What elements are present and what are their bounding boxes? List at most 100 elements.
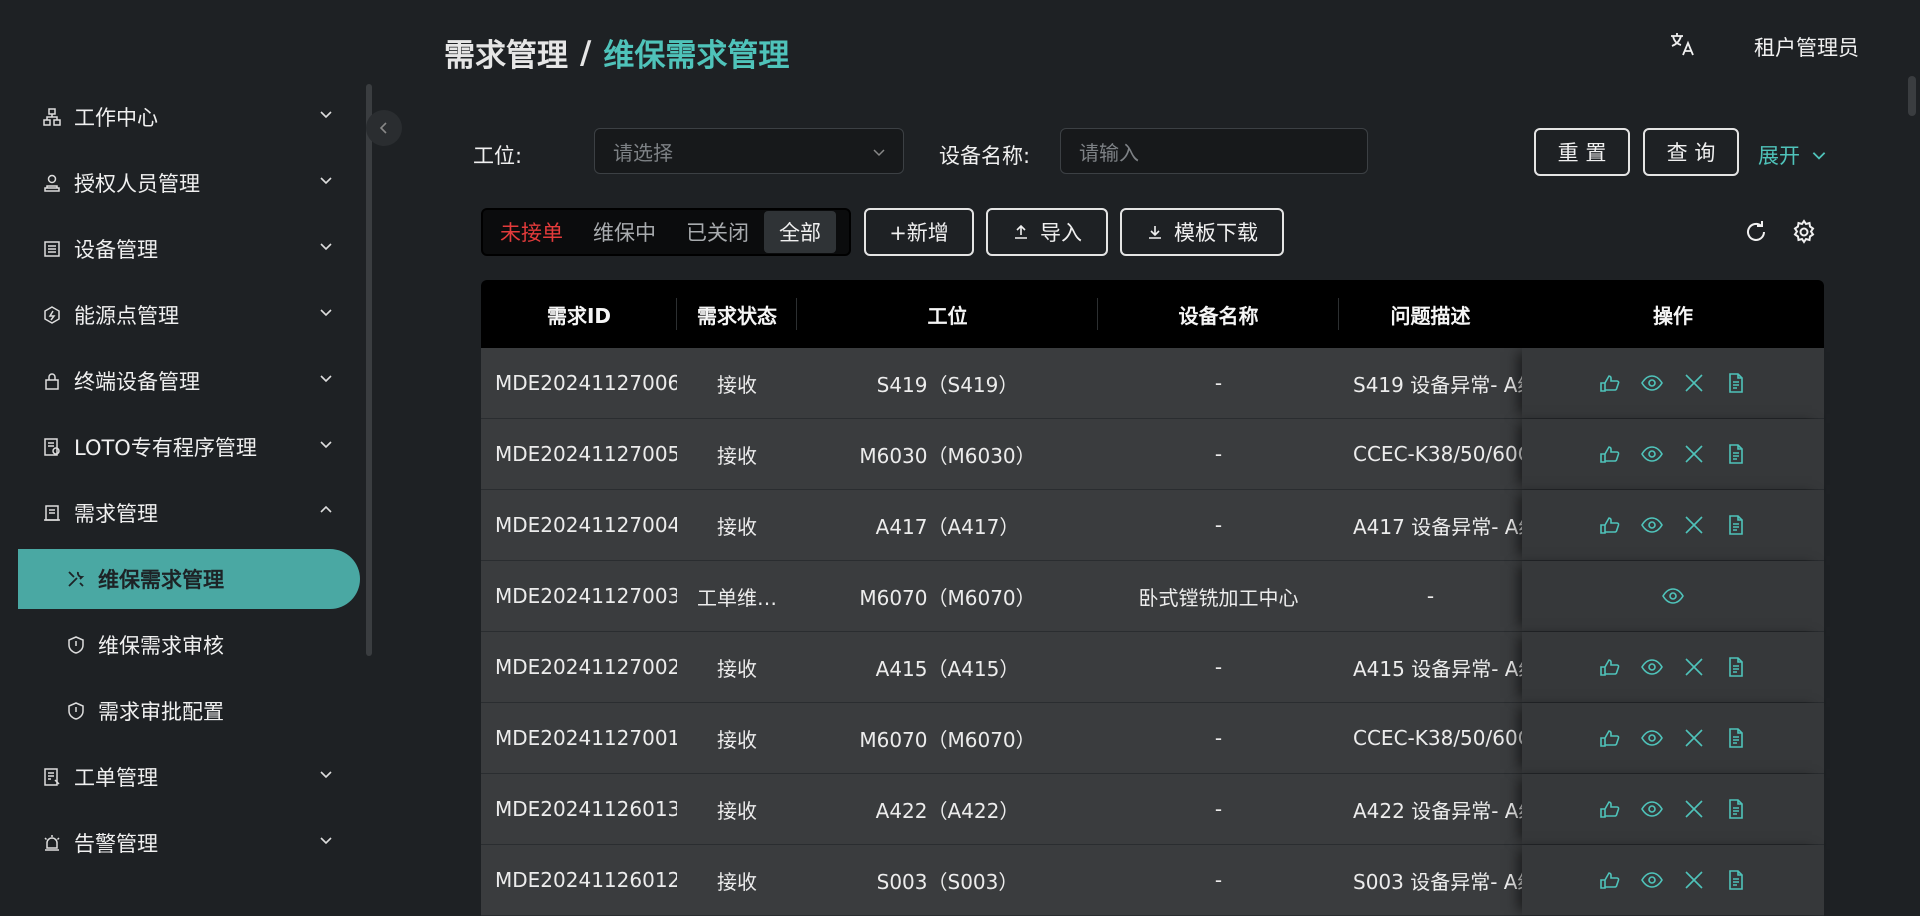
column-header-label: 问题描述 <box>1390 303 1471 328</box>
close-x-icon[interactable] <box>1682 442 1706 466</box>
refresh-icon[interactable] <box>1742 218 1770 246</box>
cell-station: A415（A415） <box>875 656 1020 681</box>
table-row[interactable]: MDE20241127002 接收 A415（A415） - A415 设备异常- A级 <box>481 632 1824 703</box>
cell-description: CCEC-K38/50/60GT <box>1353 726 1522 750</box>
accept-hand-icon[interactable] <box>1598 655 1622 679</box>
settings-icon[interactable] <box>1790 218 1818 246</box>
table-row[interactable]: MDE20241127004 接收 A417（A417） - A417 设备异常- A级 <box>481 490 1824 561</box>
add-button[interactable]: +新增 <box>864 208 974 256</box>
view-eye-icon[interactable] <box>1640 868 1664 892</box>
template-download-label: 模板下载 <box>1174 221 1258 245</box>
accept-hand-icon[interactable] <box>1598 868 1622 892</box>
import-button[interactable]: 导入 <box>986 208 1108 256</box>
cell-description: A422 设备异常- A级 <box>1353 798 1522 823</box>
cell-description: S419 设备异常- A级 <box>1353 372 1522 397</box>
cell-station: S419（S419） <box>876 372 1019 397</box>
sidebar-item-terminal-devices[interactable]: 终端设备管理 <box>0 348 370 414</box>
sidebar-item-authorized-personnel[interactable]: 授权人员管理 <box>0 150 370 216</box>
table-row[interactable]: MDE20241126013 接收 A422（A422） - A422 设备异常- A级 <box>481 774 1824 845</box>
cell-request-id: MDE20241127006 <box>495 371 677 395</box>
close-x-icon[interactable] <box>1682 726 1706 750</box>
cell-operations <box>1522 703 1824 773</box>
document-icon[interactable] <box>1724 726 1748 750</box>
cell-request-id: MDE20241127003 <box>495 584 677 608</box>
view-eye-icon[interactable] <box>1640 371 1664 395</box>
table-row[interactable]: MDE20241126012 接收 S003（S003） - S003 设备异常- A级 <box>481 845 1824 916</box>
document-icon[interactable] <box>1724 868 1748 892</box>
work-order-icon <box>42 767 62 787</box>
cell-status: 工单维… <box>697 585 777 610</box>
table-row[interactable]: MDE20241127001 接收 M6070（M6070） - CCEC-K38/50… <box>481 703 1824 774</box>
document-icon[interactable] <box>1724 371 1748 395</box>
close-x-icon[interactable] <box>1682 797 1706 821</box>
breadcrumb-parent[interactable]: 需求管理 <box>444 30 568 75</box>
accept-hand-icon[interactable] <box>1598 513 1622 537</box>
translate-icon[interactable] <box>1668 30 1696 58</box>
reset-button[interactable]: 重 置 <box>1534 128 1630 176</box>
user-name[interactable]: 租户管理员 <box>1754 32 1859 62</box>
chevron-down-icon <box>320 111 332 119</box>
device-name-input[interactable]: 请输入 <box>1060 128 1368 174</box>
tab-in-maintenance[interactable]: 维保中 <box>578 211 671 253</box>
accept-hand-icon[interactable] <box>1598 371 1622 395</box>
view-eye-icon[interactable] <box>1640 513 1664 537</box>
accept-hand-icon[interactable] <box>1598 797 1622 821</box>
sidebar-item-work-center[interactable]: 工作中心 <box>0 84 370 150</box>
sidebar-subitem-maintenance-requirements[interactable]: 维保需求管理 <box>18 549 360 609</box>
sidebar-item-work-orders[interactable]: 工单管理 <box>0 744 370 810</box>
accept-hand-icon[interactable] <box>1598 442 1622 466</box>
view-eye-icon[interactable] <box>1640 655 1664 679</box>
chevron-down-icon <box>320 375 332 383</box>
sidebar-collapse-button[interactable] <box>366 110 402 146</box>
view-eye-icon[interactable] <box>1640 726 1664 750</box>
sidebar-item-device-management[interactable]: 设备管理 <box>0 216 370 282</box>
expand-filters-button[interactable]: 展开 <box>1758 140 1828 170</box>
chevron-up-icon <box>320 505 332 513</box>
tab-all[interactable]: 全部 <box>764 211 836 253</box>
cell-request-id: MDE20241127002 <box>495 655 677 679</box>
column-header-label: 需求状态 <box>697 303 777 328</box>
view-eye-icon[interactable] <box>1640 797 1664 821</box>
table-row[interactable]: MDE20241127005 接收 M6030（M6030） - CCEC-K38/50… <box>481 419 1824 490</box>
query-button[interactable]: 查 询 <box>1643 128 1739 176</box>
device-name-label: 设备名称: <box>939 144 1031 168</box>
close-x-icon[interactable] <box>1682 513 1706 537</box>
cell-description: S003 设备异常- A级 <box>1353 869 1522 894</box>
page-scrollbar[interactable] <box>1908 76 1916 116</box>
close-x-icon[interactable] <box>1682 655 1706 679</box>
chevron-down-icon <box>320 309 332 317</box>
breadcrumb-current: 维保需求管理 <box>603 38 790 74</box>
tab-unaccepted[interactable]: 未接单 <box>485 211 578 253</box>
view-eye-icon[interactable] <box>1640 442 1664 466</box>
sidebar-item-energy-points[interactable]: 能源点管理 <box>0 282 370 348</box>
sidebar-scrollbar[interactable] <box>366 84 372 656</box>
close-x-icon[interactable] <box>1682 371 1706 395</box>
cell-status: 接收 <box>717 656 757 681</box>
sidebar-item-alarms[interactable]: 告警管理 <box>0 810 370 876</box>
cell-status: 接收 <box>717 869 757 894</box>
chevron-down-icon <box>320 177 332 185</box>
document-icon[interactable] <box>1724 655 1748 679</box>
column-header-label: 工位 <box>927 303 968 328</box>
table-header: 需求ID 需求状态 工位 设备名称 问题描述 操作 <box>481 280 1824 348</box>
column-header: 需求ID <box>481 280 677 348</box>
station-select[interactable]: 请选择 <box>594 128 904 174</box>
sidebar-item-label: 授权人员管理 <box>74 172 200 196</box>
document-icon[interactable] <box>1724 797 1748 821</box>
chevron-down-icon <box>320 441 332 449</box>
sidebar-subitem-label: 维保需求审核 <box>98 634 224 658</box>
sidebar-subitem-approval-config[interactable]: 需求审批配置 <box>0 678 370 744</box>
tab-closed[interactable]: 已关闭 <box>671 211 764 253</box>
document-icon[interactable] <box>1724 442 1748 466</box>
sidebar-item-loto-procedures[interactable]: LOTO专有程序管理 <box>0 414 370 480</box>
sidebar-item-label: LOTO专有程序管理 <box>74 436 257 460</box>
template-download-button[interactable]: 模板下载 <box>1120 208 1284 256</box>
view-eye-icon[interactable] <box>1661 584 1685 608</box>
accept-hand-icon[interactable] <box>1598 726 1622 750</box>
table-row[interactable]: MDE20241127006 接收 S419（S419） - S419 设备异常- A级 <box>481 348 1824 419</box>
table-row[interactable]: MDE20241127003 工单维… M6070（M6070） 卧式镗铣加工中心 - <box>481 561 1824 632</box>
sidebar-subitem-maintenance-review[interactable]: 维保需求审核 <box>0 612 370 678</box>
close-x-icon[interactable] <box>1682 868 1706 892</box>
sidebar-item-requirement-management[interactable]: 需求管理 <box>0 480 370 546</box>
document-icon[interactable] <box>1724 513 1748 537</box>
